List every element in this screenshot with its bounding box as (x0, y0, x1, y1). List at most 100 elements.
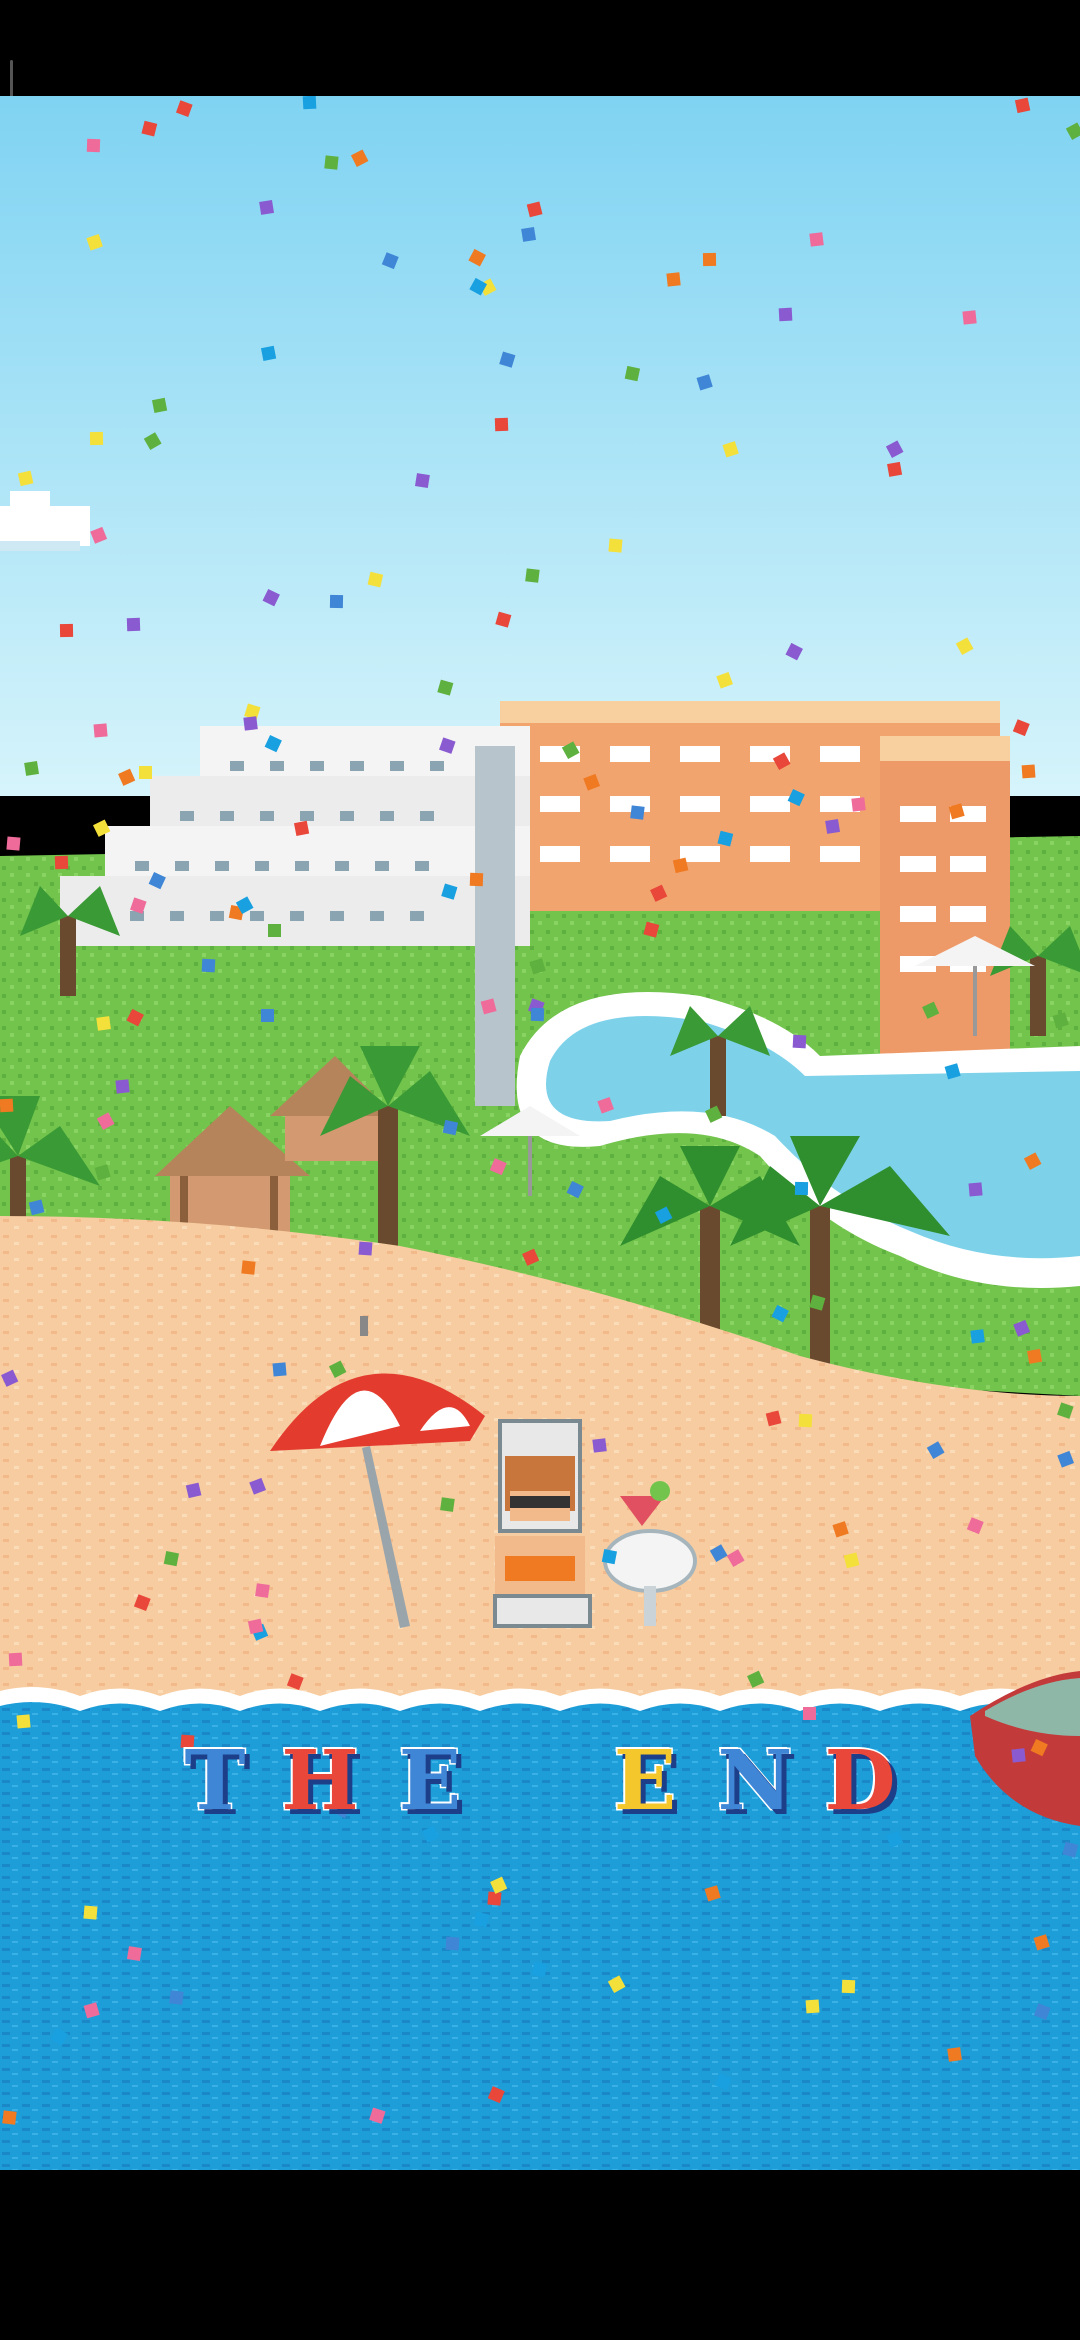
confetti-piece (843, 1552, 860, 1569)
confetti-piece (272, 1362, 287, 1377)
confetti-piece (607, 1975, 626, 1994)
confetti-piece (185, 1482, 202, 1499)
confetti-piece (1065, 122, 1080, 141)
confetti-piece (654, 1206, 673, 1224)
confetti-piece (803, 1707, 816, 1720)
confetti-piece (86, 138, 101, 153)
confetti-piece (141, 120, 158, 137)
confetti-piece (17, 470, 34, 487)
confetti-piece (8, 1652, 23, 1667)
confetti-piece (259, 199, 275, 215)
confetti-piece (771, 1304, 789, 1323)
confetti-layer (0, 96, 1080, 2125)
confetti-piece (243, 716, 258, 731)
confetti-piece (262, 588, 280, 607)
confetti-piece (944, 1063, 961, 1080)
confetti-piece (201, 958, 216, 973)
ending-scene: T H E E N D (0, 96, 1080, 2170)
confetti-piece (787, 789, 805, 807)
confetti-piece (118, 768, 136, 786)
confetti-piece (24, 760, 40, 776)
confetti-piece (704, 1885, 721, 1902)
confetti-piece (28, 1199, 45, 1216)
confetti-piece (115, 1079, 130, 1094)
confetti-piece (832, 1521, 849, 1538)
confetti-piece (151, 397, 168, 414)
confetti-piece (469, 872, 484, 887)
confetti-piece (241, 1260, 256, 1275)
confetti-piece (2, 2110, 17, 2125)
confetti-piece (169, 1990, 184, 2005)
confetti-piece (148, 872, 166, 890)
confetti-piece (50, 2027, 68, 2046)
confetti-piece (805, 1999, 820, 2014)
confetti-piece (765, 1410, 782, 1427)
confetti-piece (414, 473, 430, 489)
confetti-piece (650, 884, 668, 902)
confetti-piece (887, 461, 903, 477)
confetti-piece (1023, 1152, 1042, 1170)
confetti-piece (809, 1294, 826, 1311)
title-letter: T (183, 1733, 247, 1829)
confetti-piece (561, 741, 580, 760)
confetti-piece (441, 883, 458, 900)
confetti-piece (521, 226, 537, 242)
confetti-piece (437, 679, 454, 696)
confetti-piece (666, 272, 681, 287)
confetti-piece (489, 1158, 507, 1176)
confetti-piece (747, 1670, 765, 1688)
confetti-piece (293, 820, 310, 837)
confetti-piece (143, 432, 162, 451)
confetti-piece (1021, 764, 1036, 779)
confetti-piece (59, 623, 74, 638)
confetti-piece (487, 1891, 502, 1906)
confetti-piece (468, 248, 486, 267)
confetti-piece (381, 252, 399, 270)
confetti-piece (260, 345, 277, 362)
confetti-piece (702, 252, 717, 267)
confetti-piece (264, 735, 282, 753)
confetti-piece (440, 1497, 455, 1512)
confetti-piece (722, 441, 739, 458)
confetti-piece (89, 431, 104, 446)
confetti-piece (525, 568, 540, 583)
confetti-piece (962, 310, 977, 325)
confetti-piece (947, 2047, 962, 2062)
confetti-piece (968, 1182, 983, 1197)
confetti-piece (1012, 719, 1030, 737)
confetti-piece (1033, 2003, 1051, 2021)
confetti-piece (163, 1550, 180, 1567)
confetti-piece (487, 2086, 505, 2104)
confetti-piece (86, 234, 103, 251)
confetti-piece (778, 307, 793, 322)
confetti-piece (716, 671, 733, 689)
confetti-piece (922, 1001, 940, 1019)
confetti-piece (93, 723, 108, 738)
confetti-piece (526, 201, 543, 218)
confetti-piece (139, 766, 152, 779)
confetti-piece (966, 1517, 984, 1535)
confetti-piece (268, 924, 281, 937)
confetti-piece (809, 232, 824, 247)
confetti-piece (90, 526, 108, 544)
confetti-piece (583, 773, 601, 791)
confetti-piece (717, 830, 734, 847)
confetti-piece (672, 857, 689, 874)
confetti-piece (92, 819, 111, 837)
confetti-piece (130, 897, 147, 914)
confetti-piece (261, 1009, 274, 1022)
confetti-piece (96, 1112, 115, 1131)
confetti-piece (522, 1248, 540, 1266)
confetti-piece (442, 1119, 459, 1136)
confetti-piece (175, 100, 193, 117)
confetti-piece (126, 1946, 142, 1962)
confetti-piece (247, 1618, 264, 1635)
confetti-piece (286, 1673, 304, 1691)
confetti-piece (324, 155, 339, 170)
confetti-piece (126, 1008, 144, 1027)
confetti-piece (1062, 1841, 1079, 1858)
confetti-piece (0, 1098, 14, 1113)
confetti-piece (6, 836, 21, 851)
confetti-piece (608, 538, 623, 553)
navigation-bar (0, 2170, 1080, 2340)
